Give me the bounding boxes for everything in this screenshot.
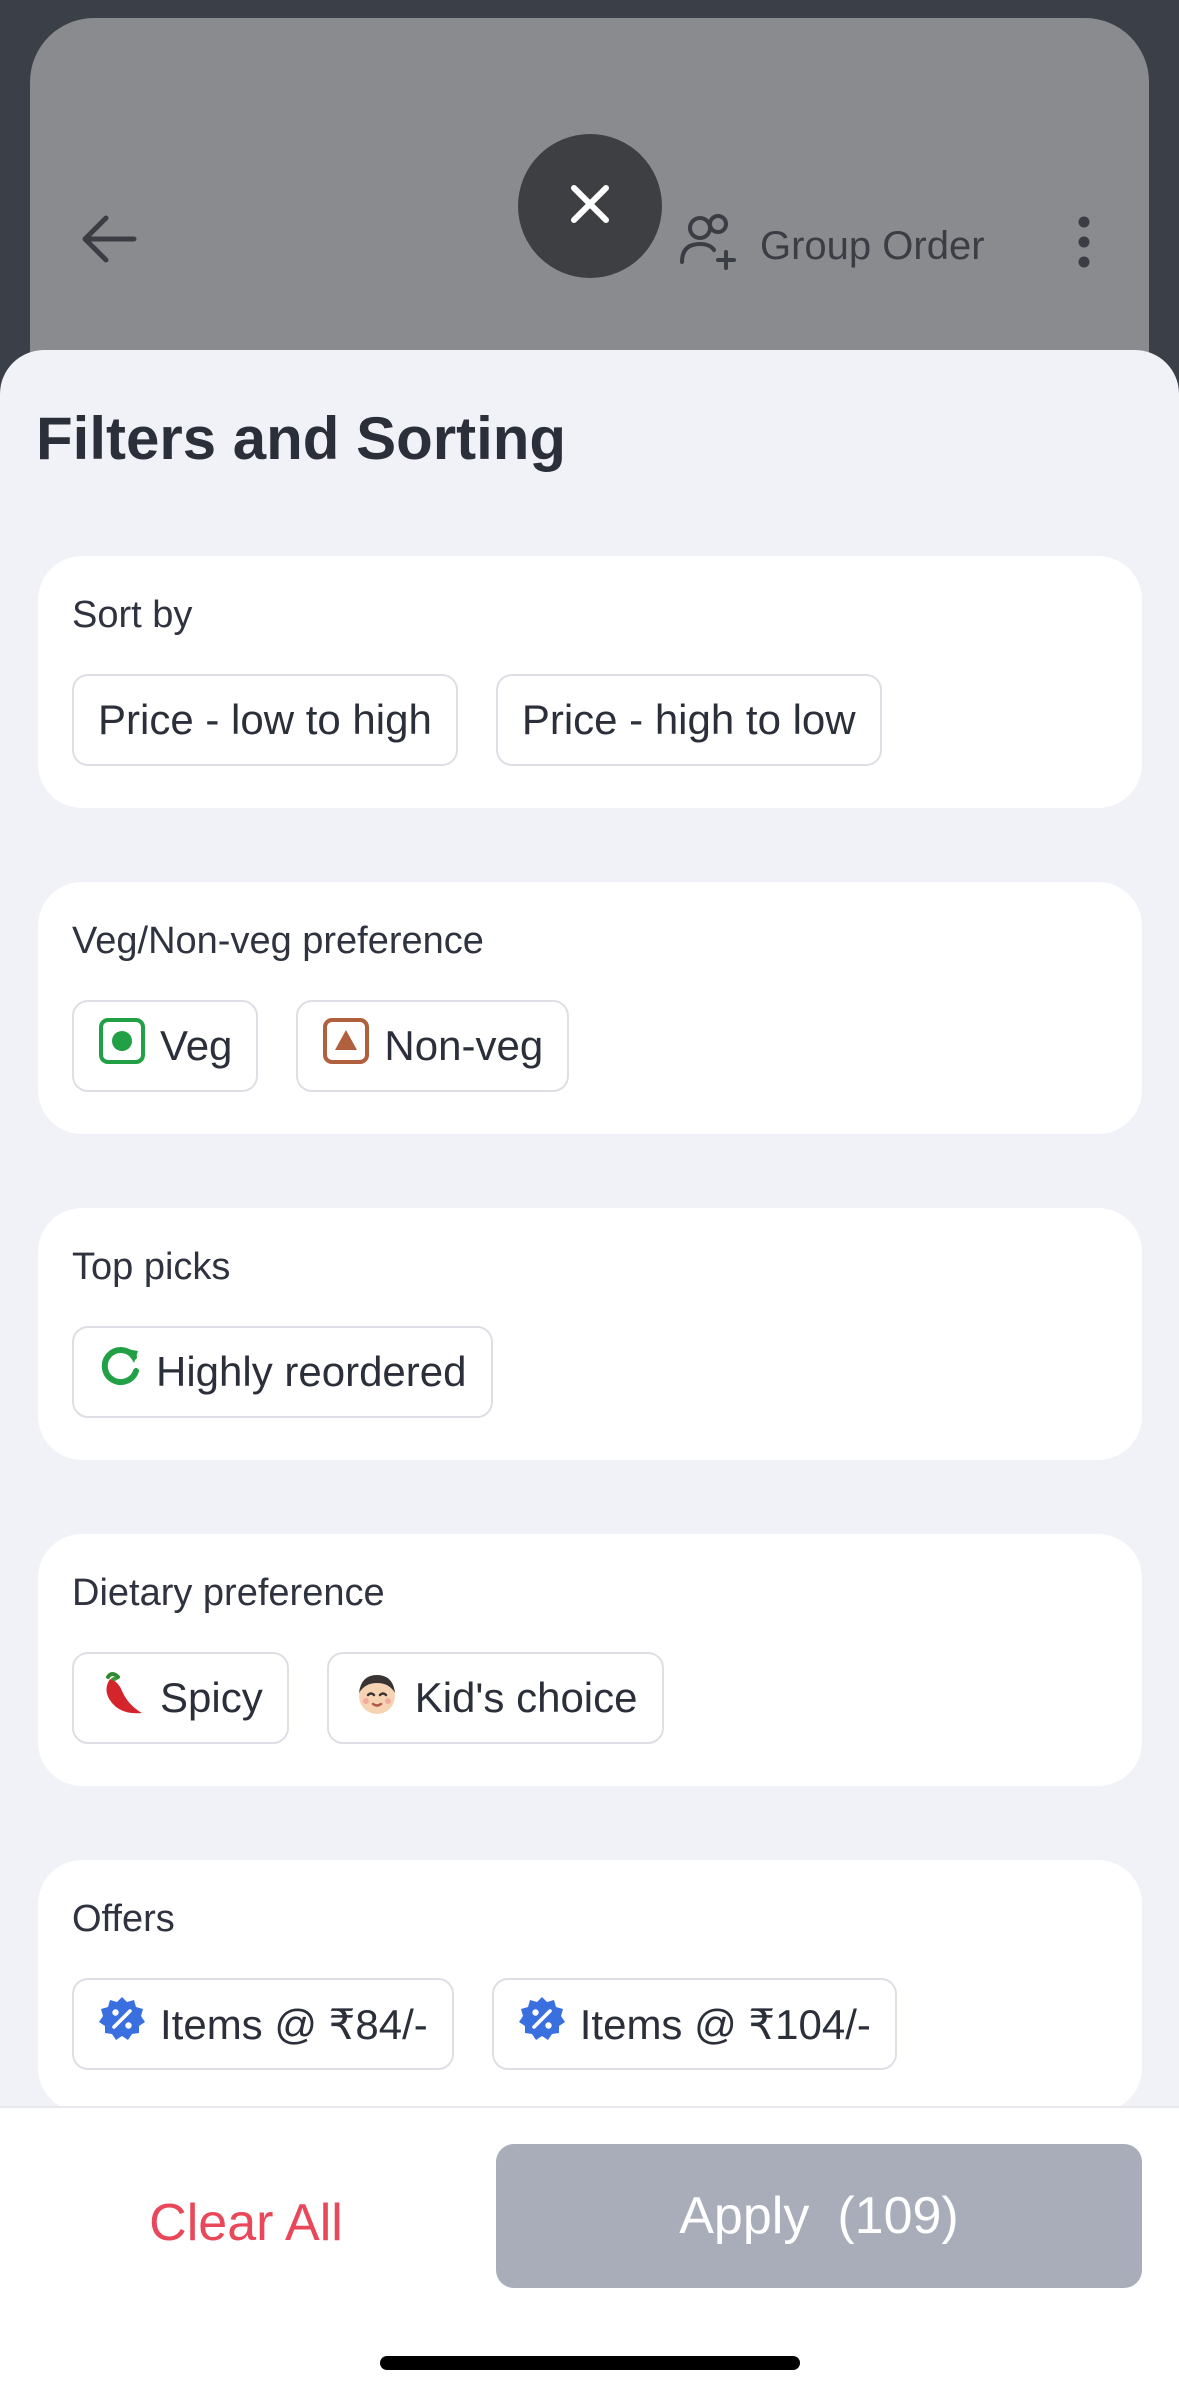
- chip-label: Highly reordered: [156, 1348, 467, 1395]
- group-order-button[interactable]: Group Order: [678, 214, 985, 278]
- back-arrow-icon[interactable]: [78, 208, 140, 270]
- chip-label: Spicy: [160, 1674, 263, 1721]
- veg-preference-section: Veg/Non-veg preference Veg Non-veg: [38, 882, 1142, 1134]
- chip-label: Price - low to high: [98, 696, 432, 743]
- offer-104-chip[interactable]: Items @ ₹104/-: [491, 1978, 897, 2070]
- offer-badge-icon: [518, 1995, 566, 2053]
- group-add-icon: [678, 212, 742, 280]
- filters-sheet: Filters and Sorting Sort by Price - low …: [0, 350, 1179, 2396]
- chip-label: Price - high to low: [521, 696, 856, 743]
- chip-label: Items @ ₹84/-: [160, 2000, 428, 2048]
- more-options-icon[interactable]: [1066, 214, 1102, 270]
- group-order-label: Group Order: [760, 223, 985, 268]
- reorder-icon: [98, 1345, 142, 1399]
- veg-chip[interactable]: Veg: [72, 1000, 259, 1092]
- offer-84-chip[interactable]: Items @ ₹84/-: [72, 1978, 454, 2070]
- section-title: Veg/Non-veg preference: [72, 920, 484, 962]
- close-sheet-button[interactable]: [518, 134, 662, 278]
- non-veg-chip[interactable]: Non-veg: [296, 1000, 570, 1092]
- offers-section: Offers Items @ ₹84/- Items @ ₹104/-: [38, 1860, 1142, 2112]
- home-indicator[interactable]: [380, 2356, 800, 2370]
- sort-price-high-to-low-chip[interactable]: Price - high to low: [495, 674, 882, 766]
- sort-by-section: Sort by Price - low to high Price - high…: [38, 556, 1142, 808]
- kid-face-icon: [353, 1669, 401, 1727]
- section-title: Offers: [72, 1898, 175, 1940]
- veg-icon: [98, 1017, 146, 1075]
- apply-button[interactable]: Apply (109): [496, 2144, 1142, 2288]
- chip-label: Items @ ₹104/-: [579, 2000, 871, 2048]
- top-picks-section: Top picks Highly reordered: [38, 1208, 1142, 1460]
- sheet-title: Filters and Sorting: [36, 405, 567, 472]
- chip-label: Kid's choice: [414, 1674, 638, 1721]
- sheet-footer: Clear All Apply (109): [0, 2106, 1179, 2398]
- spicy-chip[interactable]: Spicy: [72, 1652, 289, 1744]
- close-icon: [568, 182, 612, 231]
- dietary-preference-section: Dietary preference Spicy Kid's choice: [38, 1534, 1142, 1786]
- chip-label: Veg: [160, 1022, 233, 1069]
- sort-price-low-to-high-chip[interactable]: Price - low to high: [72, 674, 458, 766]
- highly-reordered-chip[interactable]: Highly reordered: [72, 1326, 493, 1418]
- apply-label: Apply: [679, 2187, 810, 2245]
- clear-all-button[interactable]: Clear All: [90, 2188, 402, 2258]
- chili-icon: [98, 1669, 146, 1727]
- offer-badge-icon: [98, 1995, 146, 2053]
- apply-count: (109): [837, 2187, 959, 2245]
- kids-choice-chip[interactable]: Kid's choice: [326, 1652, 664, 1744]
- section-title: Top picks: [72, 1246, 231, 1288]
- non-veg-icon: [322, 1017, 370, 1075]
- section-title: Sort by: [72, 594, 193, 636]
- chip-label: Non-veg: [384, 1022, 544, 1069]
- section-title: Dietary preference: [72, 1572, 385, 1614]
